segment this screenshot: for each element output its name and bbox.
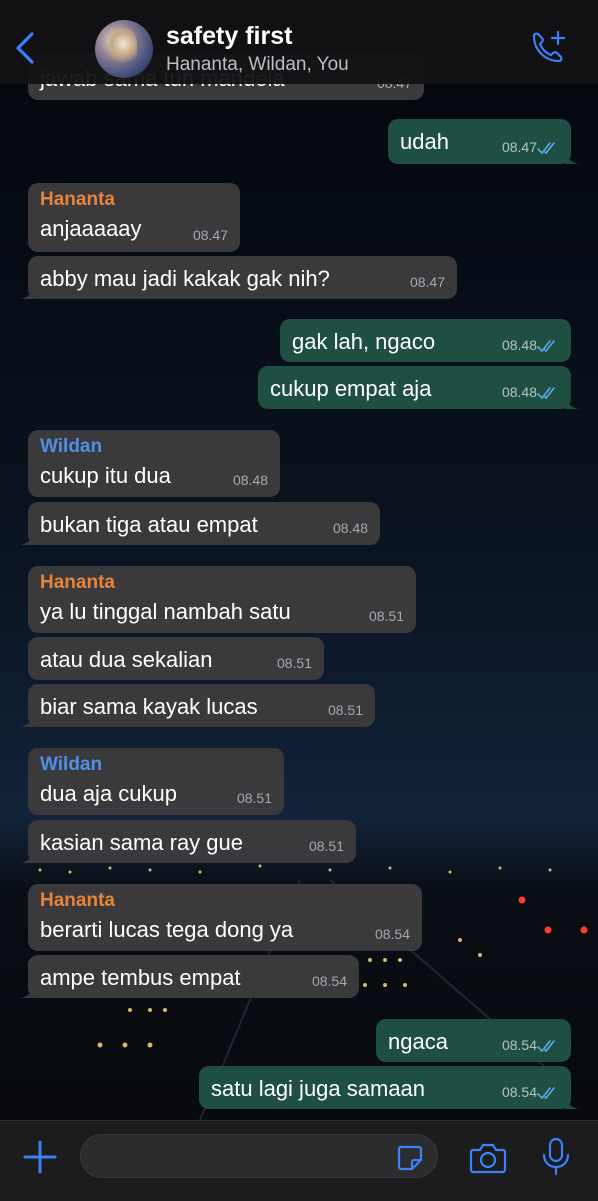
message-time: 08.54 [311, 973, 347, 989]
message-bubble[interactable]: biar sama kayak lucas 08.51 [20, 684, 375, 727]
sender-name[interactable]: Hananta [40, 890, 115, 912]
sticker-icon[interactable] [396, 1144, 424, 1172]
message-text: cukup empat aja [270, 376, 432, 401]
message-time: 08.47 [501, 139, 537, 155]
chevron-left-icon[interactable] [10, 28, 40, 68]
message-time: 08.51 [276, 655, 312, 671]
message-time: 08.48 [332, 520, 368, 536]
sender-name[interactable]: Hananta [40, 572, 115, 594]
message-text: berarti lucas tega dong ya [40, 917, 294, 942]
message-time: 08.51 [327, 702, 363, 718]
message-bubble[interactable]: Hananta ya lu tinggal nambah satu 08.51 [28, 566, 416, 633]
sender-name[interactable]: Wildan [40, 754, 102, 776]
message-input[interactable] [80, 1134, 438, 1178]
message-text: gak lah, ngaco [292, 329, 436, 354]
message-bubble[interactable]: cukup empat aja 08.48 [258, 366, 579, 409]
read-receipt-icon [537, 142, 555, 155]
message-bubble[interactable]: Hananta berarti lucas tega dong ya 08.54 [28, 884, 422, 951]
message-time: 08.48 [501, 384, 537, 400]
bubble-tail [565, 150, 579, 164]
message-bubble[interactable]: abby mau jadi kakak gak nih? 08.47 [20, 256, 457, 299]
message-bubble[interactable]: kasian sama ray gue 08.51 [20, 820, 356, 863]
message-bubble[interactable]: gak lah, ngaco 08.48 [280, 319, 571, 362]
message-bubble[interactable]: udah 08.47 [388, 119, 579, 164]
message-text: cukup itu dua [40, 463, 171, 488]
message-text: kasian sama ray gue [40, 830, 243, 855]
bubble-tail [20, 531, 34, 545]
message-text: ngaca [388, 1029, 448, 1054]
message-composer [0, 1120, 598, 1201]
message-time: 08.51 [236, 790, 272, 806]
message-bubble[interactable]: ampe tembus empat 08.54 [20, 955, 359, 998]
read-receipt-icon [537, 1087, 555, 1100]
message-text: ya lu tinggal nambah satu [40, 599, 291, 624]
read-receipt-icon [537, 1040, 555, 1053]
sender-name[interactable]: Wildan [40, 436, 102, 458]
read-receipt-icon [537, 387, 555, 400]
group-avatar[interactable] [95, 20, 153, 78]
message-text: biar sama kayak lucas [40, 694, 258, 719]
message-text: bukan tiga atau empat [40, 512, 258, 537]
message-bubble[interactable]: Hananta anjaaaaay 08.47 [28, 183, 240, 252]
read-receipt-icon [537, 340, 555, 353]
message-bubble[interactable]: bukan tiga atau empat 08.48 [20, 502, 380, 545]
plus-icon[interactable] [22, 1139, 58, 1175]
message-text: satu lagi juga samaan [211, 1076, 426, 1101]
chat-header: safety first Hananta, Wildan, You [0, 0, 598, 84]
message-bubble[interactable]: Wildan dua aja cukup 08.51 [28, 748, 284, 815]
message-bubble[interactable]: atau dua sekalian 08.51 [28, 637, 324, 680]
message-time: 08.54 [501, 1084, 537, 1100]
message-text: abby mau jadi kakak gak nih? [40, 266, 330, 291]
message-text: dua aja cukup [40, 781, 177, 806]
message-time: 08.47 [409, 274, 445, 290]
message-time: 08.51 [308, 838, 344, 854]
message-text: atau dua sekalian [40, 647, 213, 672]
message-time: 08.47 [192, 227, 228, 243]
message-bubble[interactable]: satu lagi juga samaan 08.54 [199, 1066, 579, 1109]
bubble-tail [565, 1095, 579, 1109]
message-text: ampe tembus empat [40, 965, 241, 990]
message-time: 08.48 [232, 472, 268, 488]
sender-name[interactable]: Hananta [40, 189, 115, 211]
message-time: 08.54 [501, 1037, 537, 1053]
bubble-tail [20, 849, 34, 863]
message-text: anjaaaaay [40, 216, 142, 241]
message-bubble[interactable]: Wildan cukup itu dua 08.48 [28, 430, 280, 497]
bubble-tail [20, 285, 34, 299]
message-time: 08.48 [501, 337, 537, 353]
chat-title[interactable]: safety first [166, 22, 292, 51]
message-bubble[interactable]: ngaca 08.54 [376, 1019, 571, 1062]
message-time: 08.54 [374, 926, 410, 942]
microphone-icon[interactable] [541, 1137, 571, 1177]
add-call-icon[interactable] [528, 30, 568, 66]
bubble-tail [20, 984, 34, 998]
message-time: 08.51 [368, 608, 404, 624]
bubble-tail [20, 713, 34, 727]
message-list[interactable]: jawab sama tuh mandela 08.47 udah 08.47 … [0, 0, 598, 1120]
message-text: udah [400, 129, 449, 154]
camera-icon[interactable] [469, 1141, 507, 1175]
bubble-tail [565, 395, 579, 409]
chat-participants[interactable]: Hananta, Wildan, You [166, 54, 349, 76]
